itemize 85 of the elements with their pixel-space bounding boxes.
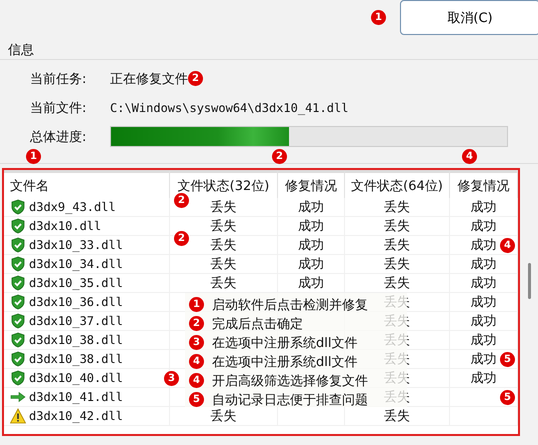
shield-check-icon <box>10 237 26 253</box>
task-value: 正在修复文件 <box>110 70 188 88</box>
number-badge: 4 <box>462 149 477 164</box>
status-text: 丢失 <box>384 218 410 235</box>
status-text: 成功 <box>470 313 496 330</box>
status-text: 丢失 <box>384 408 410 425</box>
column-header[interactable]: 修复情况 <box>278 170 345 198</box>
number-badge: 4 <box>189 373 204 388</box>
field-label: 当前文件: <box>30 100 88 116</box>
file-name: d3dx10_38.dll <box>29 352 123 366</box>
status-text: 成功 <box>470 237 496 254</box>
status-text: 丢失 <box>384 237 410 254</box>
status-text: 成功 <box>298 218 324 235</box>
group-title: 信息 <box>7 43 35 59</box>
status-text: 丢失 <box>210 199 236 216</box>
status-text: 成功 <box>470 275 496 292</box>
number-badge: 5 <box>500 390 515 404</box>
warning-icon <box>10 408 26 424</box>
arrow-right-icon <box>10 389 26 405</box>
number-badge: 5 <box>500 352 515 366</box>
shield-check-icon <box>10 199 26 215</box>
column-header[interactable]: 修复情况 <box>450 170 518 198</box>
status-text: 丢失 <box>210 275 236 292</box>
shield-check-icon <box>10 370 26 386</box>
status-text: 成功 <box>470 294 496 311</box>
status-text: 丢失 <box>384 199 410 216</box>
status-text: 成功 <box>470 199 496 216</box>
number-badge: 1 <box>371 10 386 25</box>
status-text: 成功 <box>470 370 496 387</box>
status-text: 成功 <box>298 275 324 292</box>
step-text: 完成后点击确定 <box>212 316 303 332</box>
status-text: 丢失 <box>210 218 236 235</box>
status-text: 成功 <box>470 256 496 273</box>
status-text: 丢失 <box>210 256 236 273</box>
status-text: 成功 <box>298 256 324 273</box>
file-name: d3dx10_33.dll <box>29 238 123 252</box>
field-label: 总体进度: <box>30 128 88 146</box>
number-badge: 3 <box>164 370 179 386</box>
step-text: 开启高级筛选选择修复文件 <box>212 372 368 390</box>
step-text: 启动软件后点击检测并修复 <box>212 296 368 314</box>
field-label: 当前任务: <box>30 70 88 88</box>
status-text: 成功 <box>470 332 496 349</box>
shield-check-icon <box>10 294 26 310</box>
number-badge: 2 <box>174 231 189 246</box>
number-badge: 2 <box>189 316 204 331</box>
number-badge: 2 <box>272 149 287 164</box>
status-text: 成功 <box>298 199 324 216</box>
file-name: d3dx10_36.dll <box>29 295 123 309</box>
status-text: 丢失 <box>210 408 236 425</box>
file-name: d3dx10_42.dll <box>29 409 123 423</box>
shield-check-icon <box>10 218 26 234</box>
file-name: d3dx10.dll <box>29 219 102 233</box>
file-name: d3dx10_34.dll <box>29 257 123 271</box>
file-name: d3dx10_37.dll <box>29 314 123 328</box>
cancel-button[interactable]: 取消(C) <box>400 0 538 35</box>
status-text: 成功 <box>298 237 324 254</box>
number-badge: 3 <box>189 335 204 350</box>
number-badge: 4 <box>189 354 204 369</box>
number-badge: 1 <box>189 297 204 312</box>
status-text: 成功 <box>470 218 496 235</box>
number-badge: 5 <box>189 392 204 407</box>
file-name: d3dx10_35.dll <box>29 276 123 290</box>
file-name: d3dx10_41.dll <box>29 390 123 404</box>
status-text: 丢失 <box>384 275 410 292</box>
column-header[interactable]: 文件名 <box>4 170 170 198</box>
file-name: d3dx9_43.dll <box>29 200 116 214</box>
shield-check-icon <box>10 351 26 367</box>
shield-check-icon <box>10 275 26 291</box>
file-path: C:\Windows\syswow64\d3dx10_41.dll <box>110 100 348 114</box>
number-badge: 2 <box>188 71 203 86</box>
number-badge: 2 <box>174 193 189 208</box>
column-header[interactable]: 文件状态(64位) <box>345 170 450 198</box>
status-text: 丢失 <box>384 256 410 273</box>
shield-check-icon <box>10 313 26 329</box>
status-text: 成功 <box>470 351 496 368</box>
file-name: d3dx10_38.dll <box>29 333 123 347</box>
step-text: 在选项中注册系统dll文件 <box>212 334 358 352</box>
step-text: 在选项中注册系统dll文件 <box>212 354 358 370</box>
status-text: 丢失 <box>210 237 236 254</box>
shield-check-icon <box>10 332 26 348</box>
number-badge: 4 <box>500 238 515 252</box>
number-badge: 1 <box>26 149 41 164</box>
step-text: 自动记录日志便于排查问题 <box>212 392 368 408</box>
shield-check-icon <box>10 256 26 272</box>
file-name: d3dx10_40.dll <box>29 371 123 385</box>
